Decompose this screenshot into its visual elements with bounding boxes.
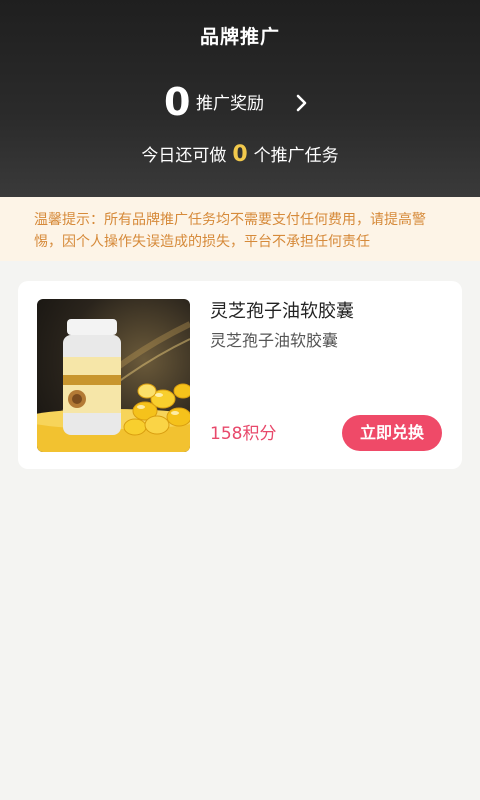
chevron-right-icon[interactable] <box>294 93 310 113</box>
product-card[interactable]: 灵芝孢子油软胶囊 灵芝孢子油软胶囊 158积分 立即兑换 <box>18 281 462 469</box>
remaining-tasks: 今日还可做 0 个推广任务 <box>0 140 480 171</box>
reward-count: 0 <box>164 80 191 124</box>
reward-summary[interactable]: 0 推广奖励 <box>0 80 480 124</box>
supplement-bottle-illustration <box>37 319 190 452</box>
tasks-prefix: 今日还可做 <box>141 146 227 166</box>
header: 品牌推广 0 推广奖励 今日还可做 0 个推广任务 <box>0 0 480 197</box>
notice-text: 温馨提示：所有品牌推广任务均不需要支付任何费用，请提高警惕，因个人操作失误造成的… <box>34 212 426 250</box>
product-image[interactable] <box>37 299 190 452</box>
tasks-count: 0 <box>232 142 248 167</box>
product-title[interactable]: 灵芝孢子油软胶囊 <box>210 299 354 325</box>
page-title: 品牌推广 <box>199 26 280 48</box>
product-price: 158积分 <box>210 424 277 444</box>
redeem-button[interactable]: 立即兑换 <box>342 415 442 451</box>
product-subtitle: 灵芝孢子油软胶囊 <box>210 331 339 350</box>
tasks-suffix: 个推广任务 <box>253 146 339 166</box>
notice-banner: 温馨提示：所有品牌推广任务均不需要支付任何费用，请提高警惕，因个人操作失误造成的… <box>0 197 480 261</box>
reward-label: 推广奖励 <box>196 94 264 114</box>
